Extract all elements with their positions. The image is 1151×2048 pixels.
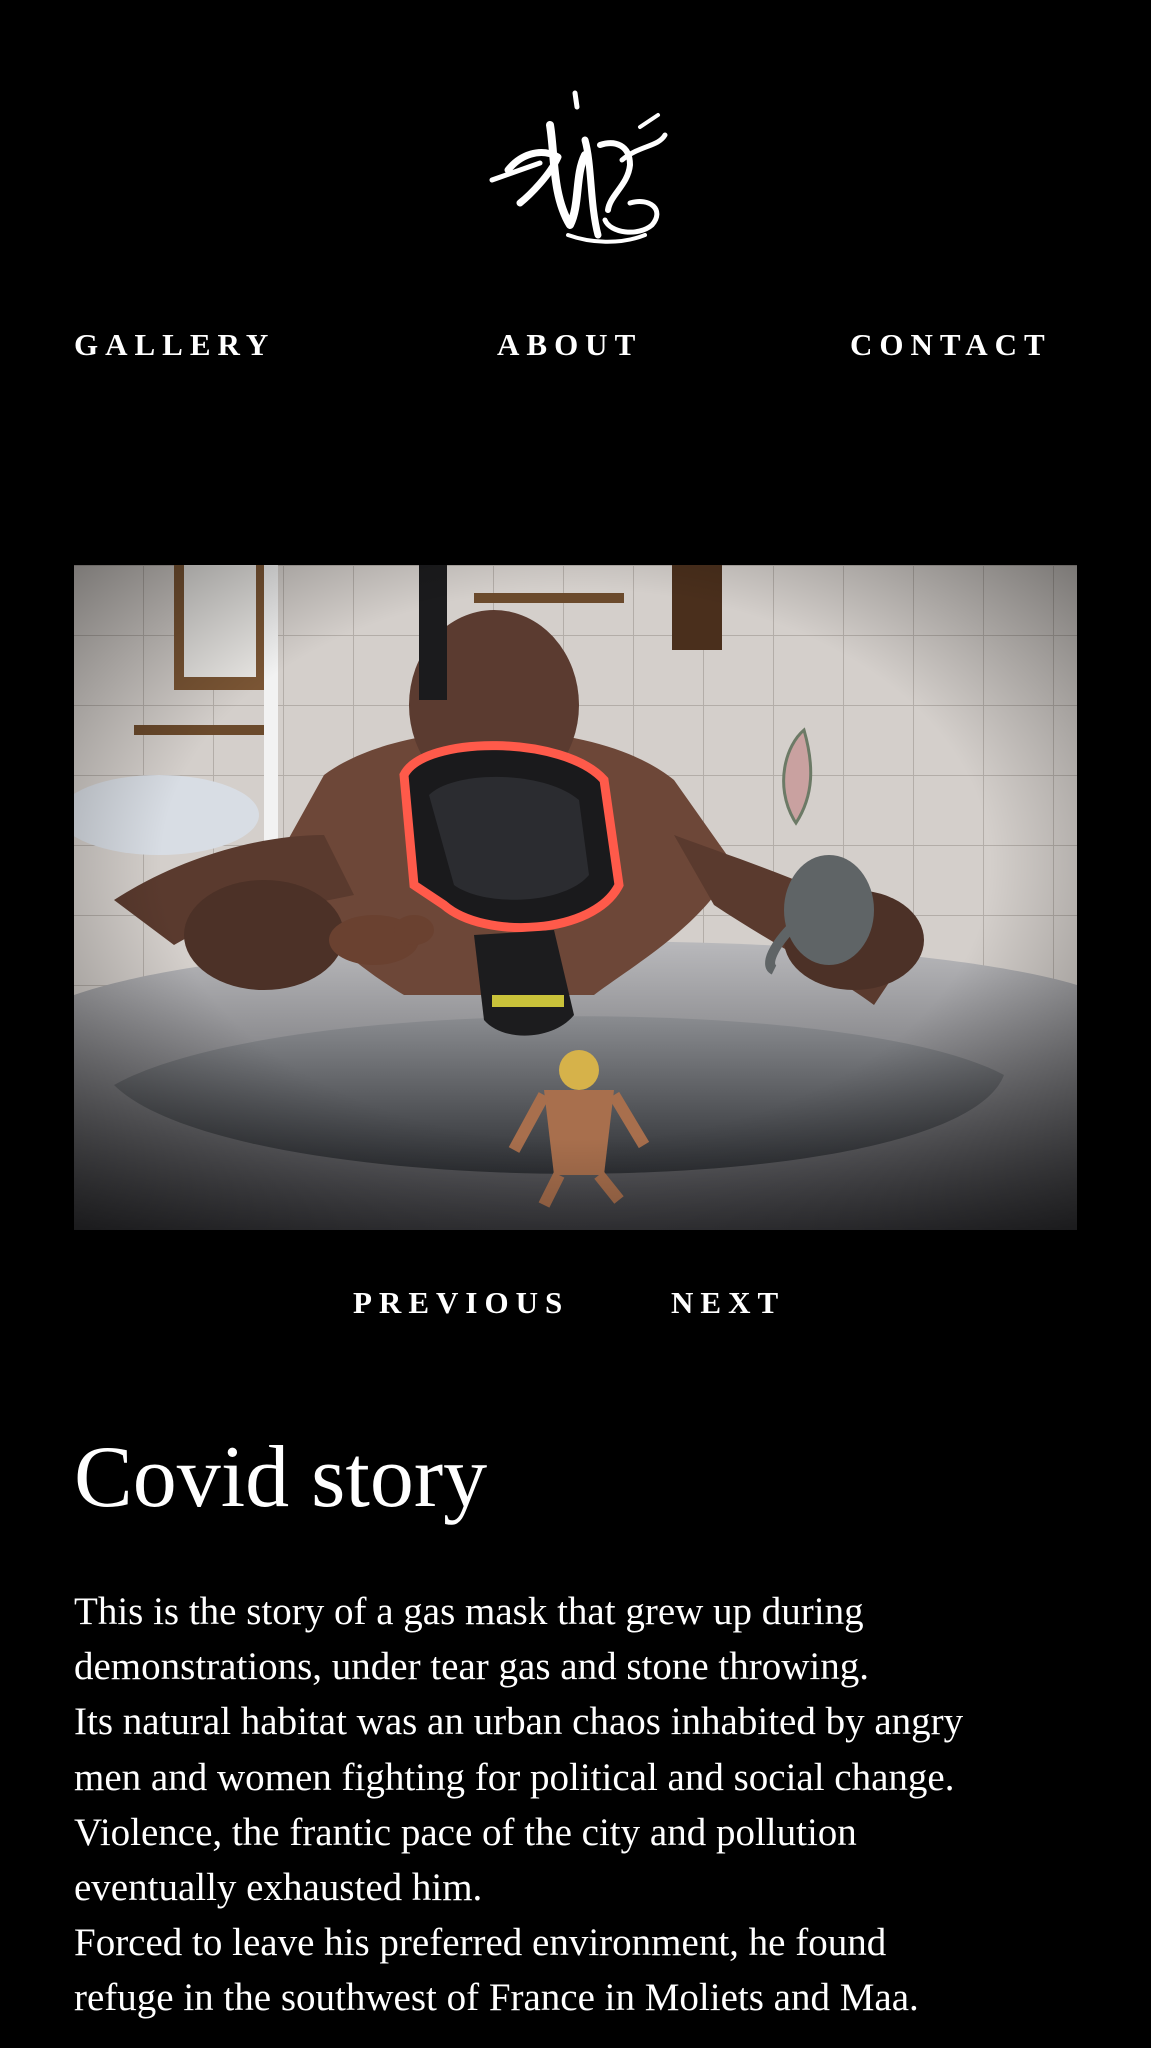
story-line: eventually exhausted him. [74, 1866, 483, 1910]
next-link[interactable]: NEXT [671, 1283, 785, 1323]
site-logo[interactable] [480, 85, 675, 250]
graffiti-signature-logo-icon [489, 90, 668, 244]
photo-illustration [74, 565, 1077, 1230]
story-line: Forced to leave his preferred environmen… [74, 1921, 887, 1965]
story-line: men and women fighting for political and… [74, 1755, 955, 1799]
story-text: This is the story of a gas mask that gre… [74, 1584, 1084, 2026]
pager: PREVIOUS NEXT [0, 1283, 1151, 1323]
story-line: demonstrations, under tear gas and stone… [74, 1645, 869, 1689]
story-line: Violence, the frantic pace of the city a… [74, 1810, 857, 1854]
page-title: Covid story [74, 1429, 488, 1526]
story-line: Its natural habitat was an urban chaos i… [74, 1700, 964, 1744]
nav-about-link[interactable]: ABOUT [497, 325, 642, 365]
nav-gallery-link[interactable]: GALLERY [74, 325, 275, 365]
page: GALLERY ABOUT CONTACT PREVIOUS NEXT Covi… [0, 0, 1151, 2048]
story-line: refuge in the southwest of France in Mol… [74, 1976, 919, 2020]
previous-link[interactable]: PREVIOUS [353, 1283, 569, 1323]
gas-mask-bathtub-photo [74, 565, 1077, 1230]
main-nav: GALLERY ABOUT CONTACT [0, 325, 1151, 365]
story-line: This is the story of a gas mask that gre… [74, 1590, 864, 1633]
nav-contact-link[interactable]: CONTACT [850, 325, 1052, 365]
